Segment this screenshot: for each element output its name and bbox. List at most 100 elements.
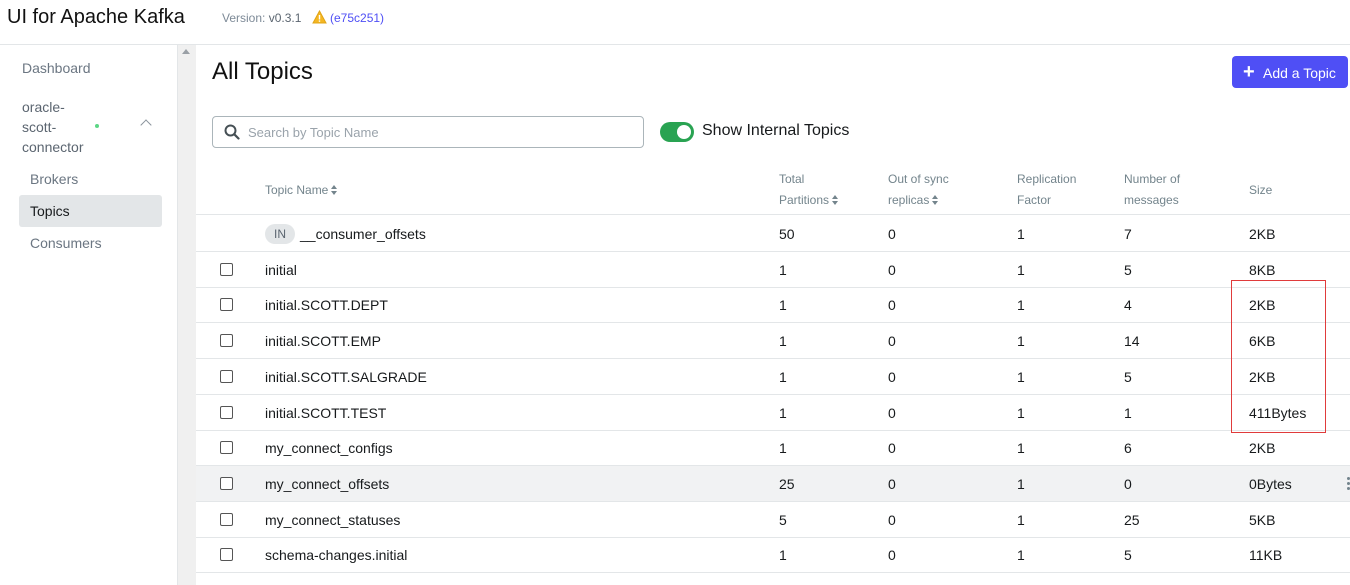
column-msgs-label-2: messages <box>1124 193 1179 207</box>
cell-messages: 1 <box>1124 405 1132 421</box>
sidebar-item-dashboard[interactable]: Dashboard <box>22 60 91 76</box>
add-topic-button[interactable]: + Add a Topic <box>1232 56 1348 88</box>
version-number: v0.3.1 <box>268 11 302 25</box>
sidebar-item-topics[interactable]: Topics <box>19 195 162 227</box>
cell-messages: 25 <box>1124 512 1140 528</box>
version-label: Version: <box>222 11 266 25</box>
table-row[interactable]: initial 1 0 1 5 8KB <box>196 252 1350 288</box>
annotation-highlight-box <box>1231 280 1326 433</box>
cell-partitions: 1 <box>779 262 787 278</box>
cell-oos: 0 <box>888 297 896 313</box>
cell-rf: 1 <box>1017 476 1025 492</box>
table-row[interactable]: initial.SCOTT.EMP 1 0 1 14 6KB <box>196 323 1350 359</box>
cell-size: 2KB <box>1249 440 1276 456</box>
cell-oos: 0 <box>888 333 896 349</box>
topic-name-link[interactable]: initial.SCOTT.TEST <box>265 395 386 431</box>
row-checkbox[interactable] <box>220 298 233 311</box>
topic-name-link[interactable]: initial.SCOTT.EMP <box>265 323 381 359</box>
cell-partitions: 25 <box>779 476 795 492</box>
cell-oos: 0 <box>888 369 896 385</box>
cell-partitions: 50 <box>779 226 795 242</box>
column-replication-factor: Replication Factor <box>1017 169 1076 211</box>
scroll-up-arrow-icon[interactable] <box>182 49 190 54</box>
row-checkbox[interactable] <box>220 441 233 454</box>
cell-rf: 1 <box>1017 262 1025 278</box>
sort-icon[interactable] <box>832 195 839 205</box>
cell-size: 11KB <box>1249 547 1283 563</box>
plus-icon: + <box>1243 61 1255 83</box>
topic-name-link[interactable]: initial.SCOTT.DEPT <box>265 288 388 323</box>
cell-oos: 0 <box>888 547 896 563</box>
cell-messages: 14 <box>1124 333 1140 349</box>
column-oos-label-1: Out of sync <box>888 172 949 186</box>
row-checkbox[interactable] <box>220 548 233 561</box>
topic-name-link[interactable]: my_connect_configs <box>265 431 393 466</box>
table-row[interactable]: my_connect_configs 1 0 1 6 2KB <box>196 431 1350 466</box>
sidebar: Dashboard oracle-scott-connector Brokers… <box>0 45 178 585</box>
table-row[interactable]: initial.SCOTT.TEST 1 0 1 1 411Bytes <box>196 395 1350 431</box>
cell-rf: 1 <box>1017 333 1025 349</box>
sidebar-scrollbar[interactable] <box>178 45 196 585</box>
top-header: UI for Apache Kafka Version: v0.3.1 (e75… <box>0 0 1350 45</box>
table-row[interactable]: schema-changes.initial 1 0 1 5 11KB <box>196 538 1350 573</box>
cell-partitions: 1 <box>779 369 787 385</box>
cluster-status-dot <box>95 124 99 128</box>
sidebar-item-brokers[interactable]: Brokers <box>19 163 162 195</box>
add-topic-label: Add a Topic <box>1263 65 1336 81</box>
cluster-name[interactable]: oracle-scott-connector <box>22 97 92 157</box>
topics-table-body: IN __consumer_offsets 50 0 1 7 2KB initial 1 0 1 5 8… <box>196 216 1350 573</box>
table-header: Topic Name Total Partitions Out of sync … <box>196 169 1350 215</box>
cell-oos: 0 <box>888 512 896 528</box>
topic-name-link[interactable]: my_connect_offsets <box>265 466 389 502</box>
column-total-partitions[interactable]: Total Partitions <box>779 169 839 211</box>
cell-oos: 0 <box>888 476 896 492</box>
row-checkbox[interactable] <box>220 370 233 383</box>
row-checkbox[interactable] <box>220 477 233 490</box>
sort-icon[interactable] <box>331 185 338 195</box>
cell-oos: 0 <box>888 226 896 242</box>
topic-name-link[interactable]: schema-changes.initial <box>265 538 407 573</box>
column-topic-name-label: Topic Name <box>265 183 329 197</box>
cell-size: 0Bytes <box>1249 476 1292 492</box>
version-info: Version: v0.3.1 <box>222 11 301 25</box>
cell-rf: 1 <box>1017 297 1025 313</box>
row-checkbox[interactable] <box>220 334 233 347</box>
cell-partitions: 1 <box>779 297 787 313</box>
search-input[interactable] <box>248 122 628 142</box>
sort-icon[interactable] <box>932 195 939 205</box>
topic-name-link[interactable]: initial <box>265 252 297 288</box>
cell-messages: 4 <box>1124 297 1132 313</box>
topic-name-link[interactable]: my_connect_statuses <box>265 502 400 538</box>
search-box[interactable] <box>212 116 644 148</box>
cell-partitions: 1 <box>779 333 787 349</box>
show-internal-topics-toggle[interactable] <box>660 122 694 142</box>
cell-oos: 0 <box>888 262 896 278</box>
cell-oos: 0 <box>888 405 896 421</box>
table-row[interactable]: IN __consumer_offsets 50 0 1 7 2KB <box>196 216 1350 252</box>
app-title[interactable]: UI for Apache Kafka <box>7 6 185 29</box>
topic-name-link[interactable]: initial.SCOTT.SALGRADE <box>265 359 427 395</box>
commit-link[interactable]: (e75c251) <box>330 11 384 25</box>
table-row[interactable]: initial.SCOTT.SALGRADE 1 0 1 5 2KB <box>196 359 1350 395</box>
table-row[interactable]: my_connect_offsets 25 0 1 0 0Bytes <box>196 466 1350 502</box>
cell-rf: 1 <box>1017 440 1025 456</box>
cell-messages: 5 <box>1124 547 1132 563</box>
row-checkbox[interactable] <box>220 263 233 276</box>
chevron-up-icon[interactable] <box>140 119 152 131</box>
cell-size: 2KB <box>1249 226 1276 242</box>
cell-size: 5KB <box>1249 512 1276 528</box>
cell-partitions: 1 <box>779 440 787 456</box>
cell-rf: 1 <box>1017 405 1025 421</box>
column-msgs-label-1: Number of <box>1124 172 1181 186</box>
column-topic-name[interactable]: Topic Name <box>265 180 338 201</box>
column-out-of-sync[interactable]: Out of sync replicas <box>888 169 949 211</box>
table-row[interactable]: my_connect_statuses 5 0 1 25 5KB <box>196 502 1350 538</box>
topic-name-link[interactable]: __consumer_offsets <box>300 216 426 252</box>
table-row[interactable]: initial.SCOTT.DEPT 1 0 1 4 2KB <box>196 288 1350 323</box>
cell-rf: 1 <box>1017 512 1025 528</box>
sidebar-item-consumers[interactable]: Consumers <box>19 227 162 259</box>
column-rf-label-2: Factor <box>1017 193 1052 207</box>
column-size: Size <box>1249 183 1273 197</box>
row-checkbox[interactable] <box>220 513 233 526</box>
row-checkbox[interactable] <box>220 406 233 419</box>
